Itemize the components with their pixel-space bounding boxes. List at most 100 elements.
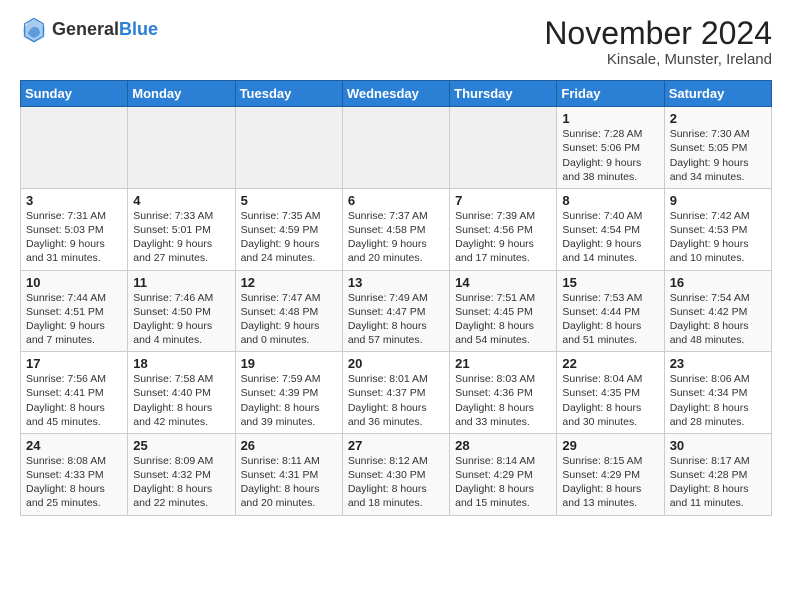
day-number: 21 (455, 356, 551, 371)
day-info: Sunrise: 7:47 AMSunset: 4:48 PMDaylight:… (241, 291, 337, 348)
table-row: 2Sunrise: 7:30 AMSunset: 5:05 PMDaylight… (664, 107, 771, 189)
location-title: Kinsale, Munster, Ireland (544, 51, 772, 68)
day-info: Sunrise: 7:31 AMSunset: 5:03 PMDaylight:… (26, 209, 122, 266)
table-row: 24Sunrise: 8:08 AMSunset: 4:33 PMDayligh… (21, 433, 128, 515)
day-number: 15 (562, 275, 658, 290)
day-info: Sunrise: 7:37 AMSunset: 4:58 PMDaylight:… (348, 209, 444, 266)
day-info: Sunrise: 8:09 AMSunset: 4:32 PMDaylight:… (133, 454, 229, 511)
day-info: Sunrise: 7:54 AMSunset: 4:42 PMDaylight:… (670, 291, 766, 348)
day-number: 6 (348, 193, 444, 208)
col-thursday: Thursday (450, 81, 557, 107)
day-number: 30 (670, 438, 766, 453)
day-number: 17 (26, 356, 122, 371)
title-block: November 2024 Kinsale, Munster, Ireland (544, 16, 772, 68)
table-row: 5Sunrise: 7:35 AMSunset: 4:59 PMDaylight… (235, 188, 342, 270)
day-info: Sunrise: 7:28 AMSunset: 5:06 PMDaylight:… (562, 127, 658, 184)
table-row: 20Sunrise: 8:01 AMSunset: 4:37 PMDayligh… (342, 352, 449, 434)
day-number: 1 (562, 111, 658, 126)
day-info: Sunrise: 8:14 AMSunset: 4:29 PMDaylight:… (455, 454, 551, 511)
day-number: 9 (670, 193, 766, 208)
day-info: Sunrise: 8:15 AMSunset: 4:29 PMDaylight:… (562, 454, 658, 511)
day-info: Sunrise: 7:39 AMSunset: 4:56 PMDaylight:… (455, 209, 551, 266)
day-number: 24 (26, 438, 122, 453)
day-info: Sunrise: 7:58 AMSunset: 4:40 PMDaylight:… (133, 372, 229, 429)
calendar-week-row: 1Sunrise: 7:28 AMSunset: 5:06 PMDaylight… (21, 107, 772, 189)
col-tuesday: Tuesday (235, 81, 342, 107)
day-info: Sunrise: 7:42 AMSunset: 4:53 PMDaylight:… (670, 209, 766, 266)
table-row: 8Sunrise: 7:40 AMSunset: 4:54 PMDaylight… (557, 188, 664, 270)
day-info: Sunrise: 8:01 AMSunset: 4:37 PMDaylight:… (348, 372, 444, 429)
day-info: Sunrise: 8:08 AMSunset: 4:33 PMDaylight:… (26, 454, 122, 511)
table-row: 4Sunrise: 7:33 AMSunset: 5:01 PMDaylight… (128, 188, 235, 270)
table-row: 1Sunrise: 7:28 AMSunset: 5:06 PMDaylight… (557, 107, 664, 189)
calendar-week-row: 17Sunrise: 7:56 AMSunset: 4:41 PMDayligh… (21, 352, 772, 434)
table-row: 12Sunrise: 7:47 AMSunset: 4:48 PMDayligh… (235, 270, 342, 352)
day-info: Sunrise: 8:11 AMSunset: 4:31 PMDaylight:… (241, 454, 337, 511)
day-number: 10 (26, 275, 122, 290)
day-number: 28 (455, 438, 551, 453)
day-number: 16 (670, 275, 766, 290)
table-row: 10Sunrise: 7:44 AMSunset: 4:51 PMDayligh… (21, 270, 128, 352)
table-row: 19Sunrise: 7:59 AMSunset: 4:39 PMDayligh… (235, 352, 342, 434)
day-number: 3 (26, 193, 122, 208)
table-row: 3Sunrise: 7:31 AMSunset: 5:03 PMDaylight… (21, 188, 128, 270)
logo: GeneralBlue (20, 16, 158, 44)
table-row: 16Sunrise: 7:54 AMSunset: 4:42 PMDayligh… (664, 270, 771, 352)
col-saturday: Saturday (664, 81, 771, 107)
table-row: 27Sunrise: 8:12 AMSunset: 4:30 PMDayligh… (342, 433, 449, 515)
day-info: Sunrise: 7:35 AMSunset: 4:59 PMDaylight:… (241, 209, 337, 266)
day-number: 2 (670, 111, 766, 126)
table-row: 11Sunrise: 7:46 AMSunset: 4:50 PMDayligh… (128, 270, 235, 352)
table-row (235, 107, 342, 189)
table-row: 29Sunrise: 8:15 AMSunset: 4:29 PMDayligh… (557, 433, 664, 515)
table-row: 28Sunrise: 8:14 AMSunset: 4:29 PMDayligh… (450, 433, 557, 515)
table-row (342, 107, 449, 189)
day-number: 27 (348, 438, 444, 453)
day-number: 29 (562, 438, 658, 453)
table-row: 9Sunrise: 7:42 AMSunset: 4:53 PMDaylight… (664, 188, 771, 270)
day-info: Sunrise: 8:12 AMSunset: 4:30 PMDaylight:… (348, 454, 444, 511)
table-row (128, 107, 235, 189)
day-info: Sunrise: 7:30 AMSunset: 5:05 PMDaylight:… (670, 127, 766, 184)
day-info: Sunrise: 7:56 AMSunset: 4:41 PMDaylight:… (26, 372, 122, 429)
day-number: 12 (241, 275, 337, 290)
logo-blue: Blue (119, 19, 158, 39)
day-info: Sunrise: 8:06 AMSunset: 4:34 PMDaylight:… (670, 372, 766, 429)
calendar-week-row: 24Sunrise: 8:08 AMSunset: 4:33 PMDayligh… (21, 433, 772, 515)
logo-general: General (52, 19, 119, 39)
month-title: November 2024 (544, 16, 772, 51)
day-number: 7 (455, 193, 551, 208)
table-row: 13Sunrise: 7:49 AMSunset: 4:47 PMDayligh… (342, 270, 449, 352)
day-info: Sunrise: 7:53 AMSunset: 4:44 PMDaylight:… (562, 291, 658, 348)
day-number: 22 (562, 356, 658, 371)
day-info: Sunrise: 8:04 AMSunset: 4:35 PMDaylight:… (562, 372, 658, 429)
day-info: Sunrise: 7:49 AMSunset: 4:47 PMDaylight:… (348, 291, 444, 348)
table-row: 25Sunrise: 8:09 AMSunset: 4:32 PMDayligh… (128, 433, 235, 515)
table-row: 15Sunrise: 7:53 AMSunset: 4:44 PMDayligh… (557, 270, 664, 352)
day-number: 20 (348, 356, 444, 371)
day-number: 25 (133, 438, 229, 453)
calendar-table: Sunday Monday Tuesday Wednesday Thursday… (20, 80, 772, 515)
day-info: Sunrise: 7:44 AMSunset: 4:51 PMDaylight:… (26, 291, 122, 348)
col-wednesday: Wednesday (342, 81, 449, 107)
header: GeneralBlue November 2024 Kinsale, Munst… (20, 16, 772, 68)
day-number: 5 (241, 193, 337, 208)
calendar-header-row: Sunday Monday Tuesday Wednesday Thursday… (21, 81, 772, 107)
table-row: 14Sunrise: 7:51 AMSunset: 4:45 PMDayligh… (450, 270, 557, 352)
table-row (450, 107, 557, 189)
col-friday: Friday (557, 81, 664, 107)
table-row: 26Sunrise: 8:11 AMSunset: 4:31 PMDayligh… (235, 433, 342, 515)
day-number: 14 (455, 275, 551, 290)
day-number: 26 (241, 438, 337, 453)
day-info: Sunrise: 7:33 AMSunset: 5:01 PMDaylight:… (133, 209, 229, 266)
table-row: 23Sunrise: 8:06 AMSunset: 4:34 PMDayligh… (664, 352, 771, 434)
col-monday: Monday (128, 81, 235, 107)
day-info: Sunrise: 7:59 AMSunset: 4:39 PMDaylight:… (241, 372, 337, 429)
day-number: 23 (670, 356, 766, 371)
table-row (21, 107, 128, 189)
day-info: Sunrise: 8:03 AMSunset: 4:36 PMDaylight:… (455, 372, 551, 429)
calendar-week-row: 10Sunrise: 7:44 AMSunset: 4:51 PMDayligh… (21, 270, 772, 352)
logo-text: GeneralBlue (52, 20, 158, 40)
day-info: Sunrise: 7:46 AMSunset: 4:50 PMDaylight:… (133, 291, 229, 348)
calendar-week-row: 3Sunrise: 7:31 AMSunset: 5:03 PMDaylight… (21, 188, 772, 270)
